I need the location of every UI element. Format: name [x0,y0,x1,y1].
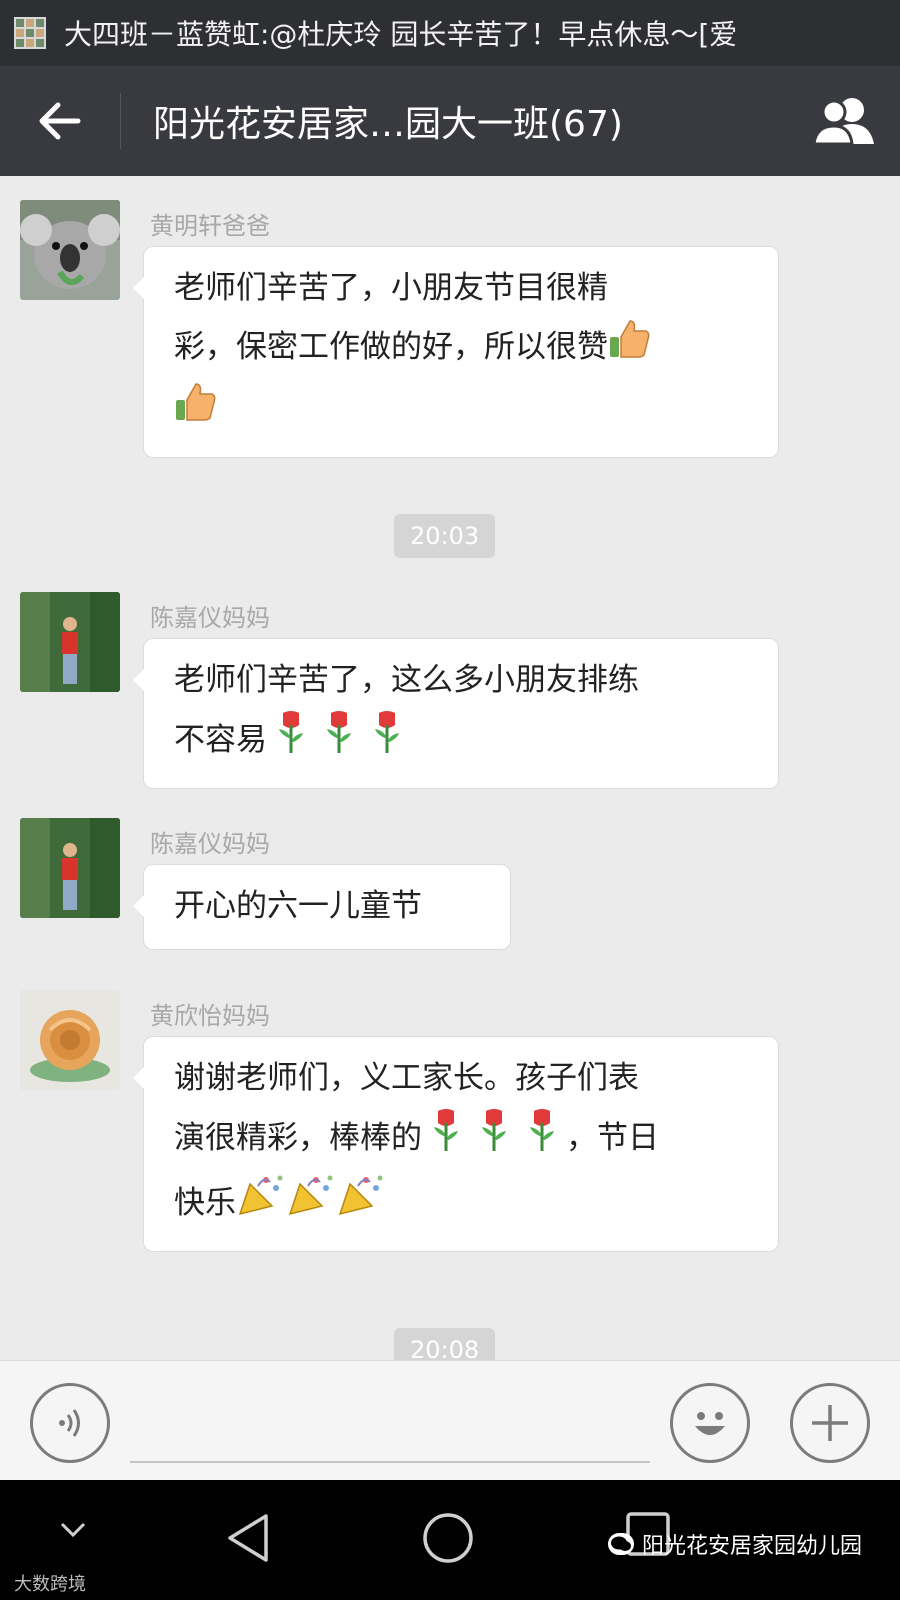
avatar-girl-red-shirt[interactable] [20,592,120,692]
voice-input-button[interactable] [30,1383,110,1463]
message-text-line: 谢谢老师们，义工家长。孩子们表 [174,1060,639,1096]
nav-home-button[interactable] [420,1510,476,1570]
message-text-line-with-emoji: 演很精彩，棒棒的 ，节日 [174,1107,750,1172]
hide-keyboard-button[interactable] [58,1520,88,1544]
notification-text: 大四班－蓝赞虹:@杜庆玲 园长辛苦了！早点休息～[爱 [64,18,738,51]
brand-watermark: 阳光花安居家园幼儿园 [608,1528,862,1560]
message-input[interactable] [130,1461,650,1463]
rose-icon [422,1107,470,1172]
corner-watermark: 大数跨境 [14,1574,86,1595]
back-arrow-icon [39,102,81,140]
message-text-line: 老师们辛苦了，这么多小朋友排练 [174,662,639,698]
rose-icon [267,709,315,774]
party-popper-icon [336,1172,386,1237]
message-bubble[interactable]: 老师们辛苦了，这么多小朋友排练 不容易 [133,638,779,789]
party-popper-icon [286,1172,336,1237]
timestamp-badge: 20:08 [394,1328,496,1360]
group-members-icon [812,98,874,146]
circle-home-icon [423,1513,473,1563]
more-actions-button[interactable] [790,1383,870,1463]
thumbs-up-icon [174,380,218,443]
message-bubble[interactable]: 谢谢老师们，义工家长。孩子们表 演很精彩，棒棒的 ，节日 快乐 [133,1036,779,1252]
avatar-girl-red-shirt[interactable] [20,818,120,918]
message-text-line-with-emoji: 彩，保密工作做的好，所以很赞 [174,317,750,380]
wechat-logo-icon [608,1533,634,1555]
message-bubble[interactable]: 老师们辛苦了，小朋友节目很精 彩，保密工作做的好，所以很赞 [133,246,779,458]
brand-watermark-text: 阳光花安居家园幼儿园 [642,1534,863,1559]
input-bar [0,1360,900,1480]
nav-back-button[interactable] [222,1510,272,1570]
message-text-line: 老师们辛苦了，小朋友节目很精 [174,270,608,306]
group-members-button[interactable] [790,66,900,176]
triangle-back-icon [228,1514,268,1562]
notification-app-icon [14,17,46,49]
sender-name: 黄欣怡妈妈 [150,1002,270,1030]
timestamp-badge: 20:03 [394,514,496,558]
message-text-line-with-emoji: 快乐 [174,1172,750,1237]
notification-bar[interactable]: 大四班－蓝赞虹:@杜庆玲 园长辛苦了！早点休息～[爱 [0,0,900,66]
smiley-icon [695,1412,725,1435]
sender-name: 黄明轩爸爸 [150,212,270,240]
message-bubble[interactable]: 开心的六一儿童节 [133,864,511,950]
avatar-flower[interactable] [20,990,120,1090]
chat-title: 阳光花安居家…园大一班(67) [153,104,623,145]
voice-icon [59,1409,80,1437]
rose-icon [363,709,411,774]
plus-icon [812,1405,848,1441]
sender-name: 陈嘉仪妈妈 [150,830,270,858]
chat-header: 阳光花安居家…园大一班(67) [0,66,900,176]
party-popper-icon [236,1172,286,1237]
back-button[interactable] [0,66,120,176]
message-text-line-with-emoji: 不容易 [174,709,750,774]
emoji-button[interactable] [670,1383,750,1463]
message-emoji-line [174,380,750,443]
sender-name: 陈嘉仪妈妈 [150,604,270,632]
rose-icon [470,1107,518,1172]
rose-icon [315,709,363,774]
rose-icon [518,1107,566,1172]
avatar-koala[interactable] [20,200,120,300]
thumbs-up-icon [608,317,652,380]
message-list[interactable]: 黄明轩爸爸 老师们辛苦了，小朋友节目很精 彩，保密工作做的好，所以很赞 20:0… [0,176,900,1360]
message-text-line: 开心的六一儿童节 [174,888,422,924]
chevron-down-icon [60,1522,86,1538]
